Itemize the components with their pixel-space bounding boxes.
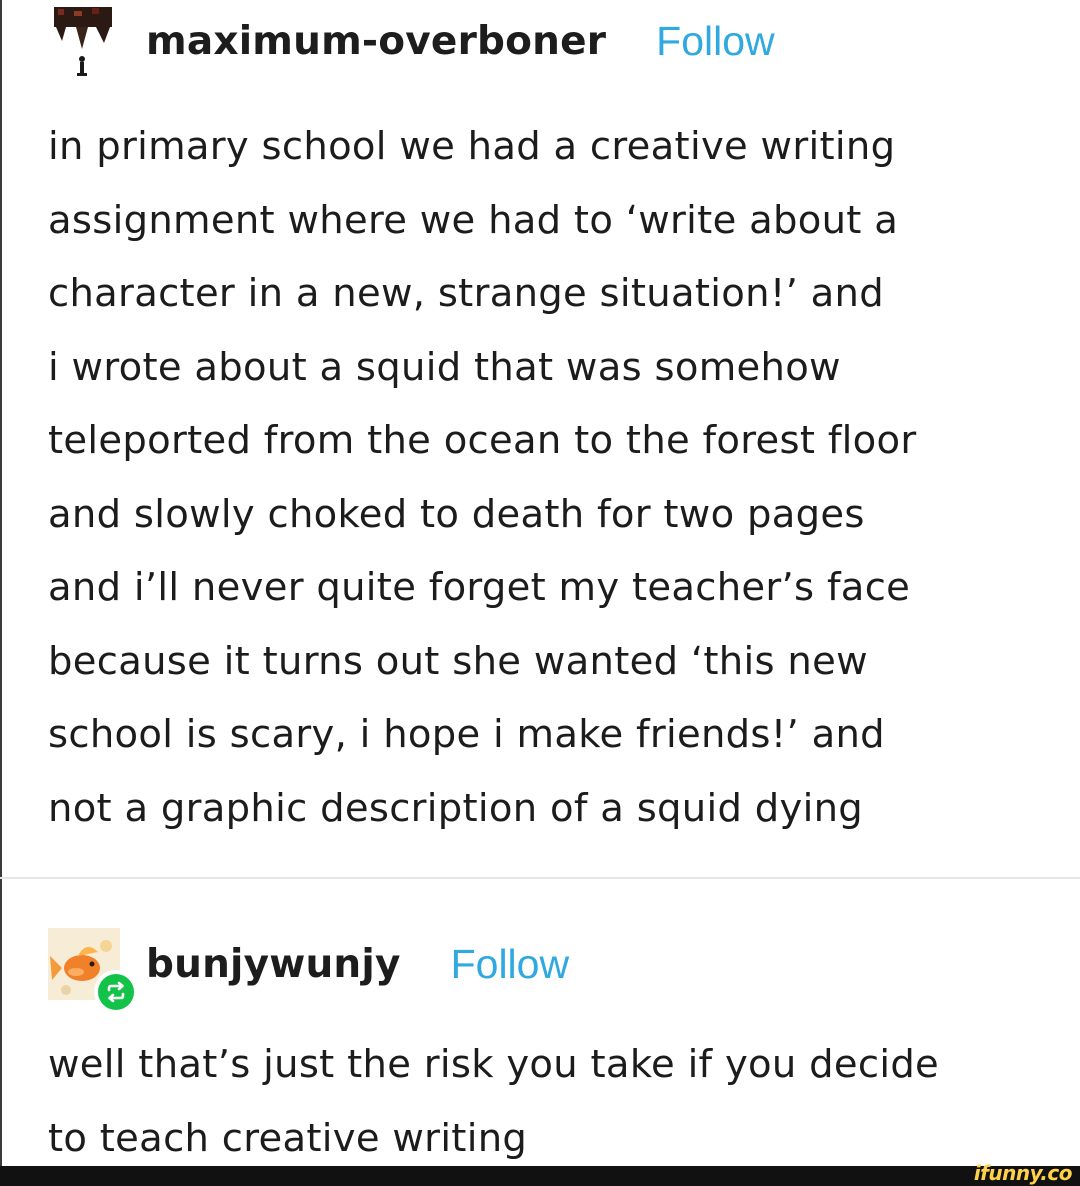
- post-line: well that’s just the risk you take if yo…: [48, 1042, 940, 1087]
- post-line: and i’ll never quite forget my teacher’s…: [48, 565, 911, 610]
- goldfish-avatar-icon[interactable]: [48, 928, 138, 1014]
- post-original: maximum-overboner Follow in primary scho…: [0, 0, 1080, 878]
- post-body: well that’s just the risk you take if yo…: [48, 1028, 1048, 1175]
- post-header: maximum-overboner Follow: [48, 4, 775, 78]
- follow-button[interactable]: Follow: [656, 18, 774, 65]
- post-divider: [0, 877, 1080, 879]
- post-line: i wrote about a squid that was somehow: [48, 344, 841, 390]
- post-line: to teach creative writing: [48, 1115, 528, 1161]
- post-line: not a graphic description of a squid dyi…: [48, 785, 864, 831]
- footer-bar: ifunny.co: [0, 1162, 1080, 1186]
- post-line: and slowly choked to death for two pages: [48, 491, 865, 537]
- post-line: because it turns out she wanted ‘this ne…: [48, 638, 868, 684]
- post-line: assignment where we had to ‘write about …: [48, 197, 899, 243]
- post-line: in primary school we had a creative writ…: [48, 124, 896, 169]
- reblog-badge: [94, 970, 138, 1014]
- dark-figure-avatar-icon[interactable]: [48, 5, 120, 77]
- username[interactable]: bunjywunjy: [146, 942, 401, 987]
- post-header: bunjywunjy Follow: [48, 928, 569, 1014]
- follow-button[interactable]: Follow: [451, 941, 569, 988]
- ifunny-watermark: ifunny.co: [973, 1161, 1073, 1185]
- post-line: teleported from the ocean to the forest …: [48, 418, 917, 463]
- post-body: in primary school we had a creative writ…: [48, 110, 1048, 845]
- post-line: school is scary, i hope i make friends!’…: [48, 712, 885, 757]
- post-reply: bunjywunjy Follow well that’s just the r…: [0, 880, 1080, 1166]
- reblog-icon: [98, 974, 134, 1010]
- post-line: character in a new, strange situation!’ …: [48, 271, 884, 316]
- username[interactable]: maximum-overboner: [146, 19, 606, 64]
